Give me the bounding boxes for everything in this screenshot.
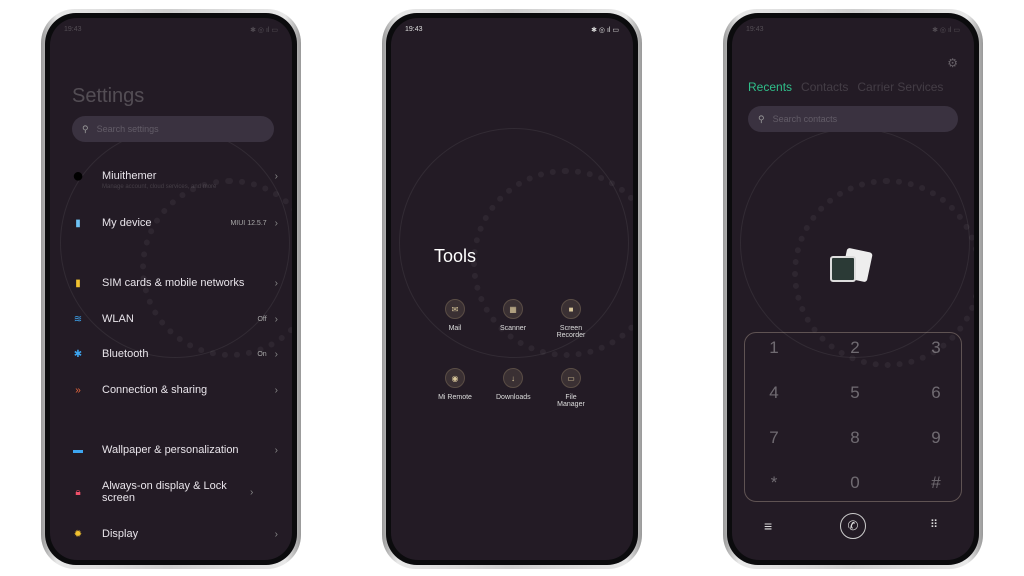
chevron-right-icon: ›	[274, 217, 278, 229]
download-icon: ↓	[503, 368, 523, 388]
app-label: Downloads	[496, 394, 531, 401]
settings-item-label: Bluetooth	[102, 348, 149, 360]
app-label: Mi Remote	[438, 394, 472, 401]
page-title: Settings	[72, 85, 145, 107]
status-time: 19:43	[64, 26, 82, 33]
app-label: Mail	[448, 325, 462, 332]
settings-gear-icon[interactable]: ⚙	[947, 56, 958, 70]
dial-key[interactable]: 8	[835, 428, 875, 448]
settings-item-label: Display	[102, 528, 139, 540]
bluetooth-icon: ✱	[73, 348, 83, 360]
chevron-right-icon: ›	[274, 444, 278, 456]
app-mail[interactable]: ✉ Mail	[425, 299, 485, 332]
dial-key[interactable]: 5	[835, 383, 875, 403]
chevron-right-icon: ›	[274, 384, 278, 396]
app-download[interactable]: ↓ Downloads	[483, 368, 543, 401]
dial-key[interactable]: 6	[916, 383, 956, 403]
mail-icon: ✉	[445, 299, 465, 319]
tab-recents[interactable]: Recents	[748, 80, 792, 94]
settings-item[interactable]: ● Miuithemer ›	[71, 164, 278, 187]
call-button[interactable]: ✆	[840, 513, 866, 539]
folder-icon: ▭	[561, 368, 581, 388]
settings-item-label: Connection & sharing	[102, 384, 208, 396]
settings-item-label: SIM cards & mobile networks	[102, 277, 245, 289]
settings-item[interactable]: ✹ Display ›	[72, 528, 278, 540]
empty-recents-icon	[830, 247, 874, 284]
phone-tools: 19:43 ✱ ◎ ıl ▭ Tools ✉ Mail ▦ Scanner ■ Screen…	[382, 9, 642, 569]
chevron-right-icon: ›	[274, 528, 278, 540]
chevron-right-icon: ›	[274, 313, 278, 325]
app-label: File Manager	[557, 394, 585, 408]
dialpad-toggle-icon[interactable]: ⠿	[930, 518, 938, 531]
status-time: 19:43	[405, 26, 423, 33]
settings-item[interactable]: ✱ Bluetooth On ›	[72, 348, 278, 360]
dial-key[interactable]: 0	[835, 473, 875, 493]
search-icon: ⚲	[82, 123, 89, 134]
dial-key[interactable]: 7	[754, 428, 794, 448]
settings-item[interactable]: ▬ Wallpaper & personalization ›	[72, 444, 278, 456]
lock-icon: 🔒︎	[75, 486, 81, 498]
settings-item-label: Always-on display & Lock screen	[102, 480, 227, 504]
chevron-right-icon: ›	[274, 277, 278, 289]
settings-item-subtitle: Manage account, cloud services, and more	[102, 184, 217, 190]
status-icons: ✱ ◎ ıl ▭	[932, 27, 960, 34]
dial-key[interactable]: 2	[835, 338, 875, 358]
dial-key[interactable]: *	[754, 473, 794, 493]
app-video[interactable]: ■ Screen Recorder	[541, 299, 601, 339]
scanner-icon: ▦	[503, 299, 523, 319]
wallpaper-icon: ▬	[73, 444, 83, 456]
dial-key[interactable]: 9	[916, 428, 956, 448]
search-contacts-input[interactable]: ⚲ Search contacts	[748, 106, 958, 132]
search-icon: ⚲	[758, 113, 765, 124]
status-icons: ✱ ◎ ıl ▭	[250, 27, 278, 34]
device-icon: ▮	[75, 217, 81, 229]
wifi-icon: ≋	[73, 313, 83, 325]
phone-settings: 19:43 ✱ ◎ ıl ▭ Settings ⚲ Search settings …	[41, 9, 301, 569]
settings-item-value: On	[257, 350, 267, 358]
share-icon: »	[75, 384, 81, 396]
settings-item[interactable]: ▮ My device MIUI 12.5.7 ›	[72, 217, 278, 229]
app-label: Scanner	[499, 325, 527, 332]
settings-item[interactable]: » Connection & sharing ›	[72, 384, 278, 396]
menu-icon[interactable]: ≡	[764, 518, 772, 534]
app-scanner[interactable]: ▦ Scanner	[483, 299, 543, 332]
dial-key[interactable]: 3	[916, 338, 956, 358]
app-label: Screen Recorder	[556, 325, 586, 339]
sim-icon: ▮	[75, 277, 81, 289]
app-remote[interactable]: ◉ Mi Remote	[425, 368, 485, 401]
settings-item[interactable]: ▮ SIM cards & mobile networks ›	[72, 277, 278, 289]
remote-icon: ◉	[445, 368, 465, 388]
chevron-right-icon: ›	[274, 170, 278, 182]
settings-item-label: Miuithemer	[102, 170, 157, 182]
settings-item[interactable]: ≋ WLAN Off ›	[72, 313, 278, 325]
chevron-right-icon: ›	[250, 486, 254, 498]
tab-contacts[interactable]: Contacts	[801, 80, 848, 94]
avatar-icon: ●	[71, 164, 85, 187]
settings-item-value: MIUI 12.5.7	[230, 219, 267, 227]
chevron-right-icon: ›	[274, 348, 278, 360]
settings-item-value: Off	[257, 315, 267, 323]
dial-key[interactable]: #	[916, 473, 956, 493]
tab-carrier-services[interactable]: Carrier Services	[857, 80, 943, 94]
settings-item-label: WLAN	[102, 313, 134, 325]
dial-key[interactable]: 1	[754, 338, 794, 358]
app-folder[interactable]: ▭ File Manager	[541, 368, 601, 408]
video-icon: ■	[561, 299, 581, 319]
settings-item[interactable]: 🔒︎ Always-on display & Lock screen ›	[72, 480, 278, 504]
folder-title: Tools	[434, 246, 477, 266]
search-input[interactable]: ⚲ Search settings	[72, 116, 274, 142]
dial-key[interactable]: 4	[754, 383, 794, 403]
status-icons: ✱ ◎ ıl ▭	[591, 27, 619, 34]
status-time: 19:43	[746, 26, 764, 33]
sun-icon: ✹	[73, 528, 83, 540]
phone-dialer: 19:43 ✱ ◎ ıl ▭ ⚙ Recents Contacts Carrier…	[723, 9, 983, 569]
settings-item-label: Wallpaper & personalization	[102, 444, 239, 456]
settings-item-label: My device	[102, 217, 152, 229]
